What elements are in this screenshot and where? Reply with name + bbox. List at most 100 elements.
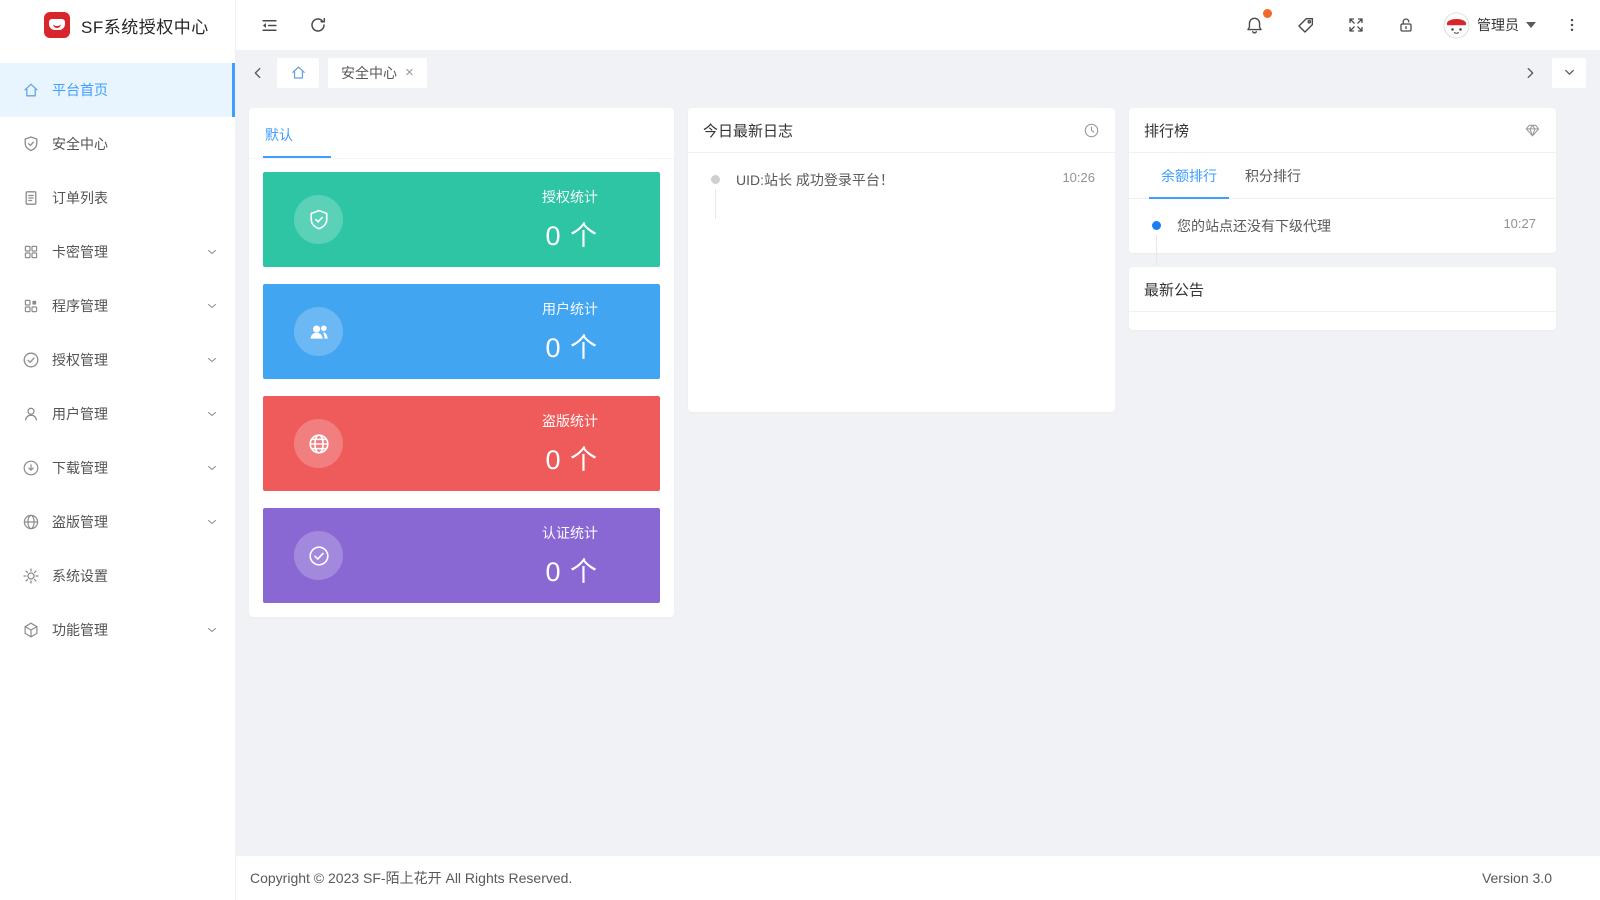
sidebar-item-label: 卡密管理 — [52, 242, 108, 262]
rank-panel-title: 排行榜 — [1144, 120, 1189, 141]
chevron-down-icon — [205, 407, 219, 421]
log-entry: UID:站长 成功登录平台！ 10:26 — [708, 170, 1095, 190]
diamond-icon — [1524, 122, 1541, 139]
chevron-down-icon — [205, 353, 219, 367]
stat-card-label: 认证统计 — [542, 523, 598, 543]
copyright-text: Copyright © 2023 SF-陌上花开 All Rights Rese… — [250, 868, 572, 888]
sidebar-item-label: 平台首页 — [52, 80, 108, 100]
stat-card-label: 盗版统计 — [542, 411, 598, 431]
sidebar-item-authorization-management[interactable]: 授权管理 — [0, 333, 235, 387]
gear-icon — [22, 567, 40, 585]
stat-card-certification: 认证统计 0 个 — [263, 508, 660, 603]
tab-home[interactable] — [277, 58, 319, 88]
cube-icon — [22, 621, 40, 639]
home-icon — [22, 81, 40, 99]
lock-button[interactable] — [1393, 12, 1419, 38]
shield-check-icon — [22, 135, 40, 153]
stat-card-value: 0 个 — [545, 326, 598, 365]
user-menu[interactable]: 管理员 — [1443, 12, 1536, 39]
stat-cards: 授权统计 0 个 用户统计 0 个 — [249, 159, 674, 617]
tabs-scroll-left-button[interactable] — [248, 63, 268, 83]
close-icon[interactable]: × — [405, 65, 414, 80]
stats-panel: 默认 授权统计 0 个 用户统计 — [249, 108, 674, 617]
shield-check-icon — [294, 195, 343, 244]
sidebar-item-download-management[interactable]: 下载管理 — [0, 441, 235, 495]
app-logo-icon — [44, 12, 70, 38]
sidebar-collapse-button[interactable] — [256, 12, 283, 39]
tab-default[interactable]: 默认 — [263, 121, 331, 158]
notifications-button[interactable] — [1241, 12, 1268, 39]
rank-panel: 排行榜 余额排行 积分排行 您的站点还没有下级代理 10:27 — [1129, 108, 1556, 253]
users-icon — [294, 307, 343, 356]
log-panel: 今日最新日志 UID:站长 成功登录平台！ 10:26 — [688, 108, 1115, 412]
notification-badge — [1263, 9, 1272, 18]
more-menu-button[interactable] — [1560, 13, 1584, 37]
check-circle-icon — [22, 351, 40, 369]
rank-entry-text: 您的站点还没有下级代理 — [1177, 216, 1493, 236]
stat-card-value: 0 个 — [545, 550, 598, 589]
tab-balance-ranking[interactable]: 余额排行 — [1149, 153, 1229, 199]
stats-tabs: 默认 — [249, 108, 674, 159]
stat-card-piracy: 盗版统计 0 个 — [263, 396, 660, 491]
caret-down-icon — [1526, 22, 1536, 28]
timeline-dot — [711, 175, 720, 184]
sidebar-item-system-settings[interactable]: 系统设置 — [0, 549, 235, 603]
sidebar-menu: 平台首页 安全中心 订单列表 卡密管理 程序管理 — [0, 63, 235, 657]
notice-empty-body — [1129, 312, 1556, 330]
user-name: 管理员 — [1477, 15, 1519, 35]
stat-card-label: 授权统计 — [542, 187, 598, 207]
sidebar-item-label: 用户管理 — [52, 404, 108, 424]
sidebar-item-piracy-management[interactable]: 盗版管理 — [0, 495, 235, 549]
grid-icon — [22, 243, 40, 261]
sidebar-item-order-list[interactable]: 订单列表 — [0, 171, 235, 225]
topbar: 管理员 — [236, 0, 1600, 50]
sidebar-item-label: 盗版管理 — [52, 512, 108, 532]
chevron-down-icon — [205, 515, 219, 529]
sidebar-item-program-management[interactable]: 程序管理 — [0, 279, 235, 333]
tab-security-center[interactable]: 安全中心 × — [328, 58, 427, 88]
chevron-down-icon — [205, 461, 219, 475]
notice-panel: 最新公告 — [1129, 267, 1556, 330]
sidebar-item-label: 安全中心 — [52, 134, 108, 154]
sidebar-item-user-management[interactable]: 用户管理 — [0, 387, 235, 441]
chevron-down-icon — [205, 623, 219, 637]
tabs-dropdown-button[interactable] — [1552, 58, 1586, 88]
globe-icon — [294, 419, 343, 468]
sidebar-item-label: 订单列表 — [52, 188, 108, 208]
sidebar-item-card-key-management[interactable]: 卡密管理 — [0, 225, 235, 279]
tabs-scroll-right-button[interactable] — [1520, 63, 1540, 83]
sidebar-item-platform-home[interactable]: 平台首页 — [0, 63, 235, 117]
refresh-button[interactable] — [305, 12, 331, 38]
brand: SF系统授权中心 — [0, 0, 235, 50]
tab-label: 安全中心 — [341, 63, 397, 83]
avatar — [1443, 12, 1470, 39]
rank-entry-time: 10:27 — [1503, 216, 1536, 231]
stat-card-value: 0 个 — [545, 214, 598, 253]
right-column: 排行榜 余额排行 积分排行 您的站点还没有下级代理 10:27 — [1129, 108, 1556, 330]
version-text: Version 3.0 — [1482, 870, 1552, 886]
footer: Copyright © 2023 SF-陌上花开 All Rights Rese… — [236, 856, 1600, 900]
tag-button[interactable] — [1292, 12, 1319, 39]
check-circle-icon — [294, 531, 343, 580]
fullscreen-button[interactable] — [1343, 12, 1369, 38]
tab-points-ranking[interactable]: 积分排行 — [1233, 153, 1313, 199]
download-icon — [22, 459, 40, 477]
sidebar-item-label: 系统设置 — [52, 566, 108, 586]
sidebar-item-security-center[interactable]: 安全中心 — [0, 117, 235, 171]
main-area: 管理员 安全中心 × — [236, 0, 1600, 900]
sidebar-item-function-management[interactable]: 功能管理 — [0, 603, 235, 657]
rank-tabs: 余额排行 积分排行 — [1129, 153, 1556, 199]
home-icon — [290, 64, 307, 81]
document-icon — [22, 189, 40, 207]
log-panel-title: 今日最新日志 — [703, 120, 793, 141]
sidebar: SF系统授权中心 平台首页 安全中心 订单列表 卡密管理 — [0, 0, 236, 900]
log-entry-time: 10:26 — [1062, 170, 1095, 185]
notice-panel-title: 最新公告 — [1144, 279, 1204, 300]
app-title: SF系统授权中心 — [81, 13, 209, 38]
user-icon — [22, 405, 40, 423]
sidebar-item-label: 授权管理 — [52, 350, 108, 370]
clock-icon — [1083, 122, 1100, 139]
sidebar-item-label: 下载管理 — [52, 458, 108, 478]
stat-card-label: 用户统计 — [542, 299, 598, 319]
stat-card-users: 用户统计 0 个 — [263, 284, 660, 379]
